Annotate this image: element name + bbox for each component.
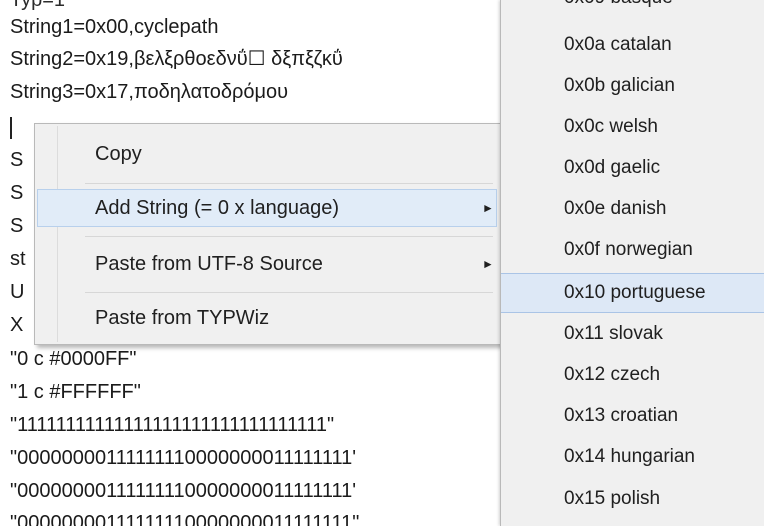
- language-label: 0x0c welsh: [564, 116, 658, 137]
- language-menu-item[interactable]: 0x15 polish: [501, 480, 764, 518]
- menu-item-label: Paste from UTF-8 Source: [95, 253, 323, 275]
- submenu-arrow-icon: ►: [482, 201, 494, 215]
- language-label: 0x14 hungarian: [564, 446, 695, 467]
- editor-line: "11111111111111111111111111111111": [10, 414, 335, 436]
- editor-line: "00000000111111110000000011111111': [10, 447, 357, 469]
- editor-line: X: [10, 314, 24, 336]
- menu-separator: [85, 292, 493, 293]
- submenu-arrow-icon: ►: [482, 257, 494, 271]
- language-menu-item[interactable]: 0x0b galician: [501, 67, 764, 105]
- editor-line: "0 c #0000FF": [10, 348, 137, 370]
- context-menu: Copy Add String (= 0 x language) ► Paste…: [34, 123, 502, 345]
- menu-item-label: Paste from TYPWiz: [95, 307, 270, 329]
- language-menu-item[interactable]: 0x14 hungarian: [501, 438, 764, 476]
- language-menu-item[interactable]: 0x0f norwegian: [501, 231, 764, 269]
- language-menu-item[interactable]: 0x0a catalan: [501, 26, 764, 64]
- language-menu-item[interactable]: 0x11 slovak: [501, 315, 764, 353]
- language-label: 0x0a catalan: [564, 34, 672, 55]
- editor-line: U: [10, 281, 25, 303]
- language-menu-item[interactable]: 0x0c welsh: [501, 108, 764, 146]
- editor-line: String3=0x17,ποδηλατοδρόμου: [10, 81, 289, 103]
- language-label: 0x09 basque: [564, 0, 673, 17]
- editor-line: "00000000111111110000000011111111": [10, 512, 360, 526]
- language-label: 0x13 croatian: [564, 405, 679, 426]
- language-label: 0x15 polish: [564, 488, 661, 509]
- language-menu-item-portuguese[interactable]: 0x10 portuguese: [501, 273, 764, 313]
- editor-line: Typ=1: [10, 0, 66, 11]
- menu-separator: [85, 236, 493, 237]
- editor-line: st: [10, 248, 26, 270]
- editor-line: S: [10, 215, 24, 237]
- language-menu-item[interactable]: 0x0d gaelic: [501, 149, 764, 187]
- editor-line: String2=0x19,βελξρθοεδνΰ☐ δξπξζκΰ: [10, 48, 343, 70]
- menu-separator: [85, 183, 493, 184]
- editor-line: "00000000111111110000000011111111': [10, 480, 357, 502]
- editor-line: String1=0x00,cyclepath: [10, 16, 219, 38]
- menu-item-label: Add String (= 0 x language): [95, 197, 340, 219]
- language-menu-item[interactable]: 0x13 croatian: [501, 397, 764, 435]
- paste-utf8-menu-item[interactable]: Paste from UTF-8 Source ►: [38, 246, 496, 282]
- language-menu-item[interactable]: 0x12 czech: [501, 356, 764, 394]
- add-string-menu-item[interactable]: Add String (= 0 x language) ►: [37, 189, 497, 227]
- language-label: 0x0f norwegian: [564, 239, 693, 260]
- language-label: 0x0e danish: [564, 198, 667, 219]
- paste-typwiz-menu-item[interactable]: Paste from TYPWiz: [38, 300, 496, 336]
- language-menu-item[interactable]: 0x0e danish: [501, 190, 764, 228]
- text-caret: [10, 117, 12, 139]
- copy-menu-item[interactable]: Copy: [38, 136, 496, 172]
- menu-item-label: Copy: [95, 143, 142, 165]
- editor-line: S: [10, 149, 24, 171]
- language-label: 0x0d gaelic: [564, 157, 661, 178]
- language-label: 0x11 slovak: [564, 323, 663, 344]
- language-label: 0x12 czech: [564, 364, 661, 385]
- editor-line: "1 c #FFFFFF": [10, 381, 141, 403]
- language-label: 0x0b galician: [564, 75, 675, 96]
- language-menu-item[interactable]: 0x09 basque: [501, 0, 764, 17]
- editor-line: S: [10, 182, 24, 204]
- language-label: 0x10 portuguese: [564, 282, 706, 303]
- language-submenu: 0x09 basque 0x0a catalan 0x0b galician 0…: [500, 0, 764, 526]
